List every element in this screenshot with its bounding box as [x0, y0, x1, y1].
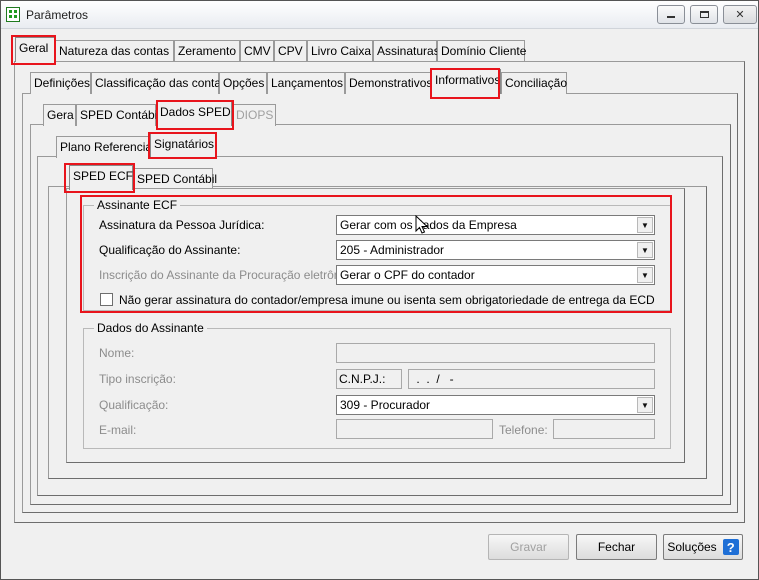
solucoes-button[interactable]: Soluções ?	[663, 534, 743, 560]
assinatura-pj-select[interactable]: Gerar com os dados da Empresa ▼	[336, 215, 655, 235]
nome-field[interactable]	[336, 343, 655, 363]
fechar-button[interactable]: Fechar	[576, 534, 657, 560]
solucoes-label: Soluções	[667, 540, 717, 554]
chevron-down-icon[interactable]: ▼	[637, 217, 653, 233]
email-label: E-mail:	[99, 423, 137, 437]
qualificacao-assinante-value: 205 - Administrador	[340, 243, 445, 257]
qualificacao-label: Qualificação:	[99, 398, 169, 412]
tab-conciliacao[interactable]: Conciliação	[501, 72, 567, 94]
tab-plano-referencial[interactable]: Plano Referencial	[56, 136, 155, 158]
tipo-inscricao-field[interactable]: C.N.P.J.:	[336, 369, 402, 389]
cnpj-value: . . / -	[413, 372, 454, 386]
title-bar[interactable]: Parâmetros ✕	[1, 1, 758, 29]
tab-classificacao-das-contas[interactable]: Classificação das contas	[91, 72, 227, 94]
chevron-down-icon[interactable]: ▼	[637, 397, 653, 413]
nao-gerar-assinatura-label[interactable]: Não gerar assinatura do contador/empresa…	[119, 293, 655, 307]
procuracao-select[interactable]: Gerar o CPF do contador ▼	[336, 265, 655, 285]
email-field[interactable]	[336, 419, 493, 439]
window-title: Parâmetros	[26, 8, 89, 22]
maximize-button[interactable]	[690, 5, 718, 24]
tab-zeramento[interactable]: Zeramento	[174, 40, 240, 62]
tab-demonstrativos[interactable]: Demonstrativos	[345, 72, 432, 94]
minimize-icon	[667, 16, 675, 18]
tab-livro-caixa[interactable]: Livro Caixa	[307, 40, 373, 62]
tab-sped-contabil-signatario[interactable]: SPED Contábil	[133, 168, 217, 190]
tab-lancamentos[interactable]: Lançamentos	[267, 72, 345, 94]
qualificacao-select[interactable]: 309 - Procurador ▼	[336, 395, 655, 415]
qualificacao-value: 309 - Procurador	[340, 398, 431, 412]
tab-sped-contabil[interactable]: SPED Contábil	[76, 104, 160, 126]
tab-definicoes[interactable]: Definições	[30, 72, 91, 94]
telefone-field[interactable]	[553, 419, 655, 439]
gravar-button[interactable]: Gravar	[488, 534, 569, 560]
qualificacao-assinante-label: Qualificação do Assinante:	[99, 243, 241, 257]
mouse-cursor-icon	[415, 215, 429, 234]
qualificacao-assinante-select[interactable]: 205 - Administrador ▼	[336, 240, 655, 260]
tab-natureza-das-contas[interactable]: Natureza das contas	[55, 40, 174, 62]
close-icon: ✕	[735, 9, 745, 21]
tab-gera[interactable]: Gera	[43, 104, 76, 126]
cnpj-field[interactable]: . . / -	[408, 369, 655, 389]
assinatura-pj-label: Assinatura da Pessoa Jurídica:	[99, 218, 265, 232]
tab-sped-ecf[interactable]: SPED ECF	[69, 165, 133, 190]
help-icon: ?	[722, 539, 739, 555]
tipo-inscricao-value: C.N.P.J.:	[339, 372, 386, 386]
minimize-button[interactable]	[657, 5, 685, 24]
tab-informativos[interactable]: Informativos	[431, 69, 501, 94]
tab-dados-sped[interactable]: Dados SPED	[156, 101, 232, 126]
spreadsheet-icon	[6, 7, 20, 22]
procuracao-label: Inscrição do Assinante da Procuração ele…	[99, 268, 360, 282]
tab-assinaturas[interactable]: Assinaturas	[373, 40, 440, 62]
tipo-inscricao-label: Tipo inscrição:	[99, 372, 176, 386]
tab-cmv[interactable]: CMV	[240, 40, 274, 62]
parametros-window: Parâmetros ✕ Geral Natureza das contas Z…	[0, 0, 759, 580]
nao-gerar-assinatura-checkbox[interactable]	[100, 293, 113, 306]
chevron-down-icon[interactable]: ▼	[637, 267, 653, 283]
tab-geral[interactable]: Geral	[15, 37, 55, 62]
nome-label: Nome:	[99, 346, 135, 360]
close-button[interactable]: ✕	[723, 5, 757, 24]
tab-diops: DIOPS	[232, 104, 276, 126]
maximize-icon	[699, 11, 709, 18]
chevron-down-icon[interactable]: ▼	[637, 242, 653, 258]
tab-dominio-cliente[interactable]: Domínio Cliente	[437, 40, 526, 62]
assinante-ecf-legend: Assinante ECF	[94, 198, 181, 212]
tab-opcoes[interactable]: Opções	[219, 72, 267, 94]
tab-signatarios[interactable]: Signatários	[150, 133, 216, 158]
dados-assinante-legend: Dados do Assinante	[94, 321, 207, 335]
telefone-label: Telefone:	[499, 423, 548, 437]
procuracao-value: Gerar o CPF do contador	[340, 268, 475, 282]
tab-cpv[interactable]: CPV	[274, 40, 307, 62]
